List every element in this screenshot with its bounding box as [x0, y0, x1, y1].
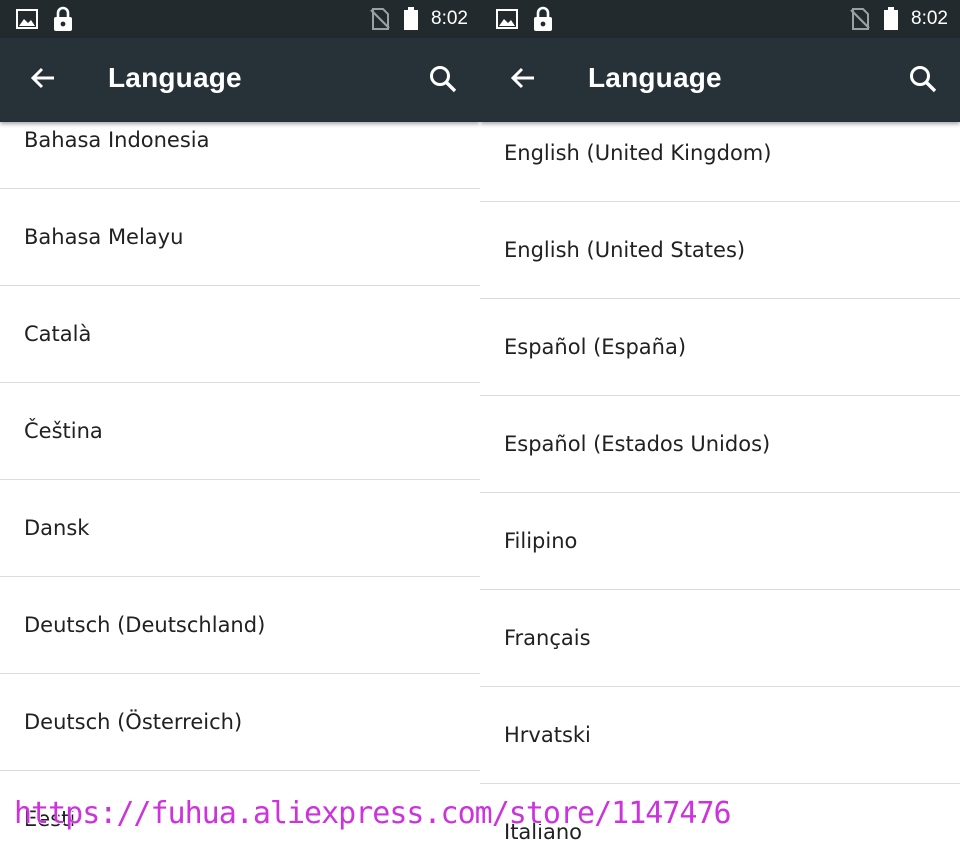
- language-list: English (United Kingdom) English (United…: [480, 105, 960, 854]
- list-item-label: English (United States): [504, 238, 746, 262]
- list-item[interactable]: Bahasa Melayu: [0, 189, 480, 286]
- battery-icon: [884, 7, 898, 30]
- search-icon[interactable]: [908, 64, 938, 94]
- list-item[interactable]: Català: [0, 286, 480, 383]
- status-time: 8:02: [911, 8, 948, 29]
- list-item-label: English (United Kingdom): [504, 141, 772, 165]
- list-item-label: Español (Estados Unidos): [504, 432, 771, 456]
- list-item-label: Hrvatski: [504, 723, 591, 747]
- list-item-label: Čeština: [24, 419, 103, 443]
- status-bar: 8:02: [480, 0, 960, 38]
- list-item[interactable]: Español (España): [480, 299, 960, 396]
- no-sim-icon: [370, 8, 390, 30]
- watermark-url: https://fuhua.aliexpress.com/store/11474…: [14, 796, 732, 831]
- list-item[interactable]: Français: [480, 590, 960, 687]
- list-item-label: Español (España): [504, 335, 687, 359]
- status-bar: 8:02: [0, 0, 480, 38]
- left-screen: Bahasa Indonesia Bahasa Melayu Català Če…: [0, 0, 480, 854]
- list-item-label: Filipino: [504, 529, 578, 553]
- list-item[interactable]: Dansk: [0, 480, 480, 577]
- list-item[interactable]: Español (Estados Unidos): [480, 396, 960, 493]
- list-item-label: Deutsch (Deutschland): [24, 613, 266, 637]
- battery-icon: [404, 7, 418, 30]
- app-toolbar: Language: [0, 38, 480, 122]
- status-time: 8:02: [431, 8, 468, 29]
- lock-icon: [54, 6, 72, 31]
- page-title: Language: [108, 62, 242, 93]
- image-icon: [16, 9, 38, 29]
- list-item-label: Bahasa Melayu: [24, 225, 184, 249]
- list-item[interactable]: Čeština: [0, 383, 480, 480]
- list-item[interactable]: Deutsch (Deutschland): [0, 577, 480, 674]
- page-title: Language: [588, 62, 722, 93]
- list-item[interactable]: English (United States): [480, 202, 960, 299]
- image-icon: [496, 9, 518, 29]
- search-icon[interactable]: [428, 64, 458, 94]
- list-item[interactable]: Filipino: [480, 493, 960, 590]
- right-screen: English (United Kingdom) English (United…: [480, 0, 960, 854]
- lock-icon: [534, 6, 552, 31]
- no-sim-icon: [850, 8, 870, 30]
- arrow-back-icon[interactable]: [508, 63, 538, 93]
- list-item-label: Deutsch (Österreich): [24, 710, 243, 734]
- list-item-label: Català: [24, 322, 92, 346]
- list-item-label: Bahasa Indonesia: [24, 128, 210, 152]
- list-item[interactable]: Hrvatski: [480, 687, 960, 784]
- language-list: Bahasa Indonesia Bahasa Melayu Català Če…: [0, 92, 480, 854]
- list-item-label: Dansk: [24, 516, 90, 540]
- list-item-label: Français: [504, 626, 591, 650]
- app-toolbar: Language: [480, 38, 960, 122]
- list-item[interactable]: Deutsch (Österreich): [0, 674, 480, 771]
- arrow-back-icon[interactable]: [28, 63, 58, 93]
